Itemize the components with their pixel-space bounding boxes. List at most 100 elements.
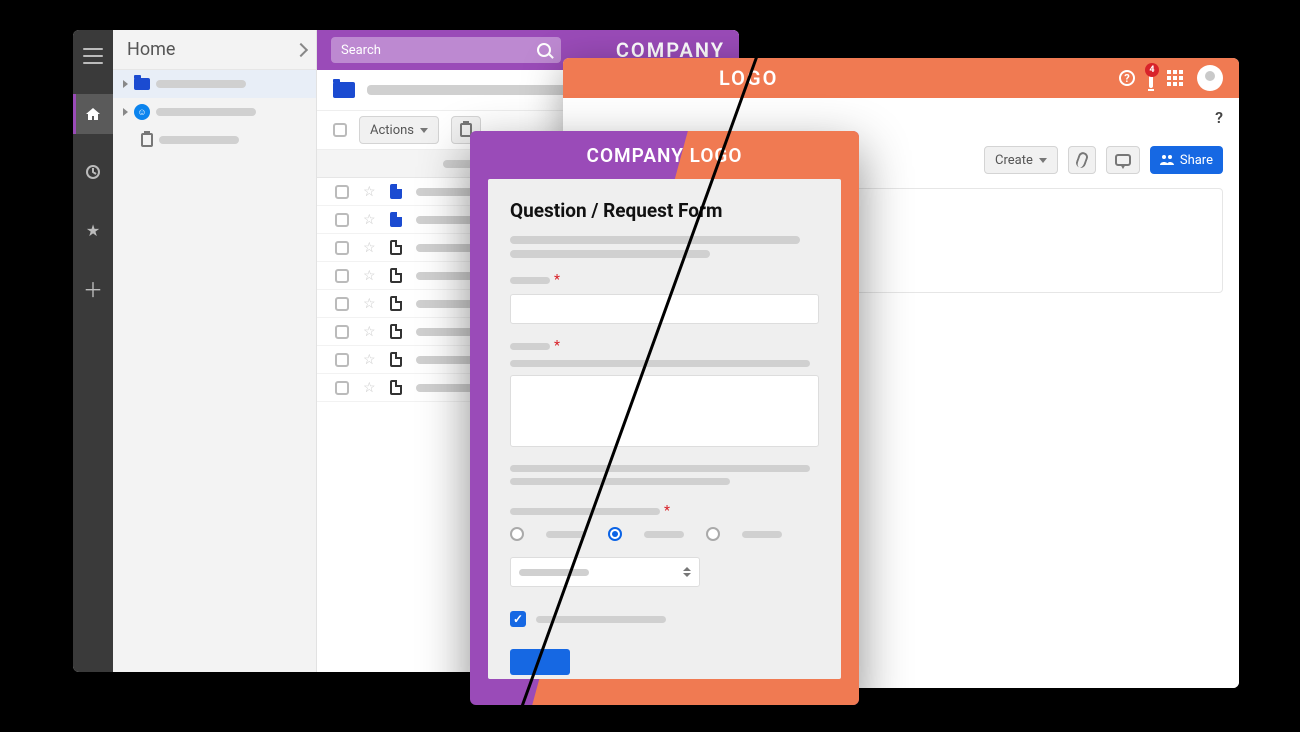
star-icon[interactable]: ☆ [363,240,376,256]
radio-label [742,531,782,538]
nav-home[interactable] [73,94,113,134]
checkbox-checked[interactable]: ✓ [510,611,526,627]
placeholder-text [510,236,800,244]
field-label [510,508,660,515]
required-marker: * [554,272,560,288]
tree-panel: Home ☺ [113,30,317,672]
radio-label [644,531,684,538]
form-title: Question / Request Form [510,199,819,222]
help-label[interactable]: ? [1215,108,1223,127]
nav-add[interactable]: ＋ [73,268,113,308]
star-icon[interactable]: ☆ [363,352,376,368]
star-icon[interactable]: ☆ [363,268,376,284]
select-value [519,569,589,576]
tree-title: Home [127,39,175,60]
file-icon [390,184,402,199]
file-icon [390,352,402,367]
star-icon[interactable]: ☆ [363,324,376,340]
plus-icon: ＋ [83,274,103,303]
home-icon [85,106,101,122]
avatar[interactable] [1197,65,1223,91]
placeholder-text [510,465,810,472]
radio-option-3[interactable] [706,527,720,541]
star-icon[interactable]: ☆ [363,184,376,200]
row-checkbox[interactable] [335,269,349,283]
trash-icon [141,133,153,147]
notification-badge: 4 [1145,63,1159,77]
star-icon[interactable]: ☆ [363,212,376,228]
menu-button[interactable] [73,36,113,76]
placeholder-text [156,108,256,116]
field-label [510,277,550,284]
folder-icon [333,82,355,98]
select-input[interactable] [510,557,700,587]
notifications-button[interactable]: 4 [1149,69,1153,88]
star-icon[interactable]: ☆ [363,296,376,312]
radio-label [546,531,586,538]
placeholder-text [510,478,730,485]
chevron-right-icon[interactable] [294,42,308,56]
search-input[interactable]: Search [331,37,561,63]
actions-button[interactable]: Actions [359,116,439,144]
comment-button[interactable] [1106,146,1140,174]
row-checkbox[interactable] [335,353,349,367]
textarea-input[interactable] [510,375,819,447]
attach-button[interactable] [1068,146,1096,174]
nav-rail: ★ ＋ [73,30,113,672]
search-placeholder: Search [341,43,381,58]
create-button[interactable]: Create [984,146,1058,174]
create-label: Create [995,153,1033,168]
placeholder-text [156,80,246,88]
caret-icon [123,108,128,116]
apps-icon[interactable] [1167,70,1183,86]
row-checkbox[interactable] [335,297,349,311]
clock-icon [85,164,101,180]
file-icon [390,324,402,339]
form-card: COMPANY LOGO Question / Request Form * *… [470,131,859,705]
row-checkbox[interactable] [335,325,349,339]
file-icon [390,268,402,283]
select-arrows-icon [683,567,691,577]
row-checkbox[interactable] [335,185,349,199]
file-icon [390,296,402,311]
placeholder-text [510,250,710,258]
search-icon [537,43,551,57]
placeholder-text [510,360,810,367]
brand-right: LOGO [719,66,778,90]
nav-recent[interactable] [73,152,113,192]
text-input-1[interactable] [510,294,819,324]
help-icon[interactable]: ? [1119,70,1135,86]
required-marker: * [554,338,560,354]
share-button[interactable]: Share [1150,146,1223,174]
row-checkbox[interactable] [335,241,349,255]
tree-item-folder[interactable] [113,70,316,98]
top-bar-right: LOGO ? 4 [563,58,1239,98]
row-checkbox[interactable] [335,381,349,395]
group-icon: ☺ [134,104,150,120]
star-icon[interactable]: ☆ [363,380,376,396]
radio-option-1[interactable] [510,527,524,541]
actions-label: Actions [370,123,414,138]
select-all-checkbox[interactable] [333,123,347,137]
share-label: Share [1180,153,1213,168]
radio-option-2[interactable] [608,527,622,541]
star-icon: ★ [86,221,100,240]
top-tools: ? 4 [1119,65,1223,91]
row-checkbox[interactable] [335,213,349,227]
folder-icon [134,78,150,90]
tree-item-group[interactable]: ☺ [113,98,316,126]
paperclip-icon [1074,151,1089,169]
placeholder-text [159,136,239,144]
nav-starred[interactable]: ★ [73,210,113,250]
people-icon [1160,154,1174,166]
checkbox-label [536,616,666,623]
submit-button[interactable] [510,649,570,675]
tree-item-trash[interactable] [113,126,316,154]
file-icon [390,240,402,255]
required-marker: * [664,503,670,519]
caret-icon [123,80,128,88]
field-label [510,343,550,350]
hamburger-icon [83,48,103,64]
file-icon [390,380,402,395]
tree-header: Home [113,30,316,70]
